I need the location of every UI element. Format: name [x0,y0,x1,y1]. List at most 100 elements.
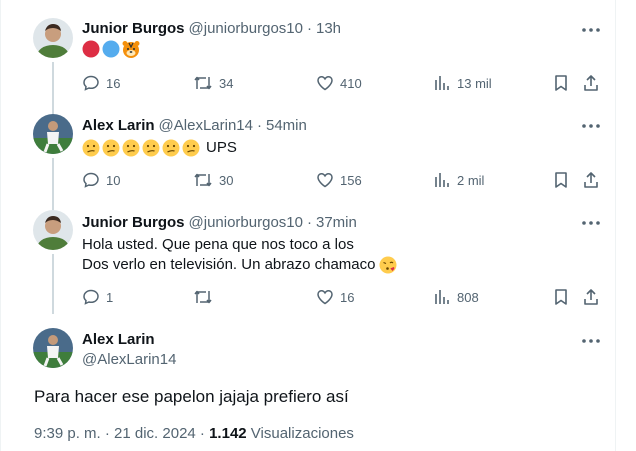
thread-connector [52,158,54,210]
share-button[interactable] [582,287,600,307]
bookmark-icon [555,289,567,305]
views-button[interactable]: 13 mil [433,73,492,93]
separator-dot: · [306,19,312,37]
confused-face-icon [142,139,160,157]
bookmark-icon [555,172,567,188]
analytics-icon [435,290,449,304]
share-icon [584,75,598,91]
retweet-icon [194,173,212,187]
tweet-metadata: 9:39 p. m. · 21 dic. 2024 · 1.142 Visual… [34,425,354,442]
confused-face-icon [182,139,200,157]
like-count: 410 [340,75,362,91]
tweet-text [82,40,140,58]
conversation-thread: Junior Burgos @juniorburgos10 · 13h 16 3… [0,0,616,451]
bookmark-icon [555,75,567,91]
tweet-time[interactable]: 54min [266,117,307,134]
share-button[interactable] [582,73,600,93]
views-count: 13 mil [457,75,492,91]
reply-button[interactable]: 1 [82,287,113,307]
tweet-text: Hola usted. Que pena que nos toco a los … [82,235,397,275]
tweet-text-content: UPS [206,139,237,156]
views-button[interactable]: 808 [433,287,479,307]
retweet-button[interactable]: 30 [193,170,233,190]
retweet-icon [194,76,212,90]
more-options-button[interactable] [579,116,603,136]
confused-face-icon [82,139,100,157]
avatar-junior-burgos[interactable] [33,18,73,58]
author-name[interactable]: Alex Larin [82,117,155,134]
bookmark-button[interactable] [552,73,570,93]
tweet-actions: 10 30 156 2 mil [82,170,603,190]
share-icon [584,172,598,188]
separator-dot: · [256,116,262,134]
tweet-actions: 1 16 808 [82,287,603,307]
tweet-timestamp[interactable]: 9:39 p. m. · 21 dic. 2024 · [34,425,209,442]
reply-count: 1 [106,289,114,305]
face-blowing-kiss-icon [379,256,397,274]
share-button[interactable] [582,170,600,190]
author-name[interactable]: Junior Burgos [82,20,185,37]
author-name[interactable]: Junior Burgos [82,214,185,231]
retweet-button[interactable]: 34 [193,73,233,93]
author-handle[interactable]: @AlexLarin14 [159,117,253,134]
author-handle[interactable]: @juniorburgos10 [189,20,303,37]
confused-face-icon [102,139,120,157]
retweet-count: 30 [219,172,234,188]
thread-connector [52,62,54,114]
like-button[interactable]: 16 [316,287,354,307]
more-icon [582,221,600,225]
views-count: 808 [457,289,479,305]
avatar-junior-burgos[interactable] [33,210,73,250]
more-icon [582,124,600,128]
tweet-header: Junior Burgos @juniorburgos10 · 37min [82,212,357,232]
tweet-text-line: Dos verlo en televisión. Un abrazo chama… [82,256,376,273]
author-handle[interactable]: @juniorburgos10 [189,214,303,231]
views-button[interactable]: 2 mil [433,170,484,190]
author-handle[interactable]: @AlexLarin14 [82,351,176,368]
like-count: 16 [340,289,355,305]
like-button[interactable]: 410 [316,73,362,93]
avatar-alex-larin[interactable] [33,328,73,368]
tweet-text: UPS [82,138,237,158]
tweet-actions: 16 34 410 13 mil [82,73,603,93]
heart-icon [317,290,333,305]
more-icon [582,28,600,32]
bookmark-button[interactable] [552,287,570,307]
share-icon [584,289,598,305]
red-circle-icon [82,40,100,58]
tweet-text-line: Hola usted. Que pena que nos toco a los [82,236,354,253]
bookmark-button[interactable] [552,170,570,190]
blue-circle-icon [102,40,120,58]
reply-button[interactable]: 16 [82,73,120,93]
reply-count: 10 [106,172,121,188]
views-count: 1.142 [209,425,247,442]
retweet-count: 34 [219,75,234,91]
like-button[interactable]: 156 [316,170,362,190]
reply-button[interactable]: 10 [82,170,120,190]
tiger-face-icon [122,41,140,58]
tweet-time[interactable]: 13h [316,20,341,37]
more-options-button[interactable] [579,20,603,40]
retweet-icon [194,290,212,304]
heart-icon [317,173,333,188]
more-icon [582,339,600,343]
separator-dot: · [306,213,312,231]
reply-icon [83,172,99,188]
more-options-button[interactable] [579,331,603,351]
reply-icon [83,289,99,305]
main-tweet-text: Para hacer ese papelon jajaja prefiero a… [34,387,349,406]
heart-icon [317,76,333,91]
confused-face-icon [162,139,180,157]
confused-face-icon [122,139,140,157]
views-label: Visualizaciones [246,425,354,442]
tweet-header: Alex Larin @AlexLarin14 · 54min [82,115,307,135]
tweet-time[interactable]: 37min [316,214,357,231]
like-count: 156 [340,172,362,188]
more-options-button[interactable] [579,213,603,233]
author-name[interactable]: Alex Larin [82,331,155,348]
thread-connector [52,254,54,314]
reply-count: 16 [106,75,121,91]
tweet-header: Junior Burgos @juniorburgos10 · 13h [82,18,341,38]
retweet-button[interactable] [193,287,219,307]
avatar-alex-larin[interactable] [33,114,73,154]
